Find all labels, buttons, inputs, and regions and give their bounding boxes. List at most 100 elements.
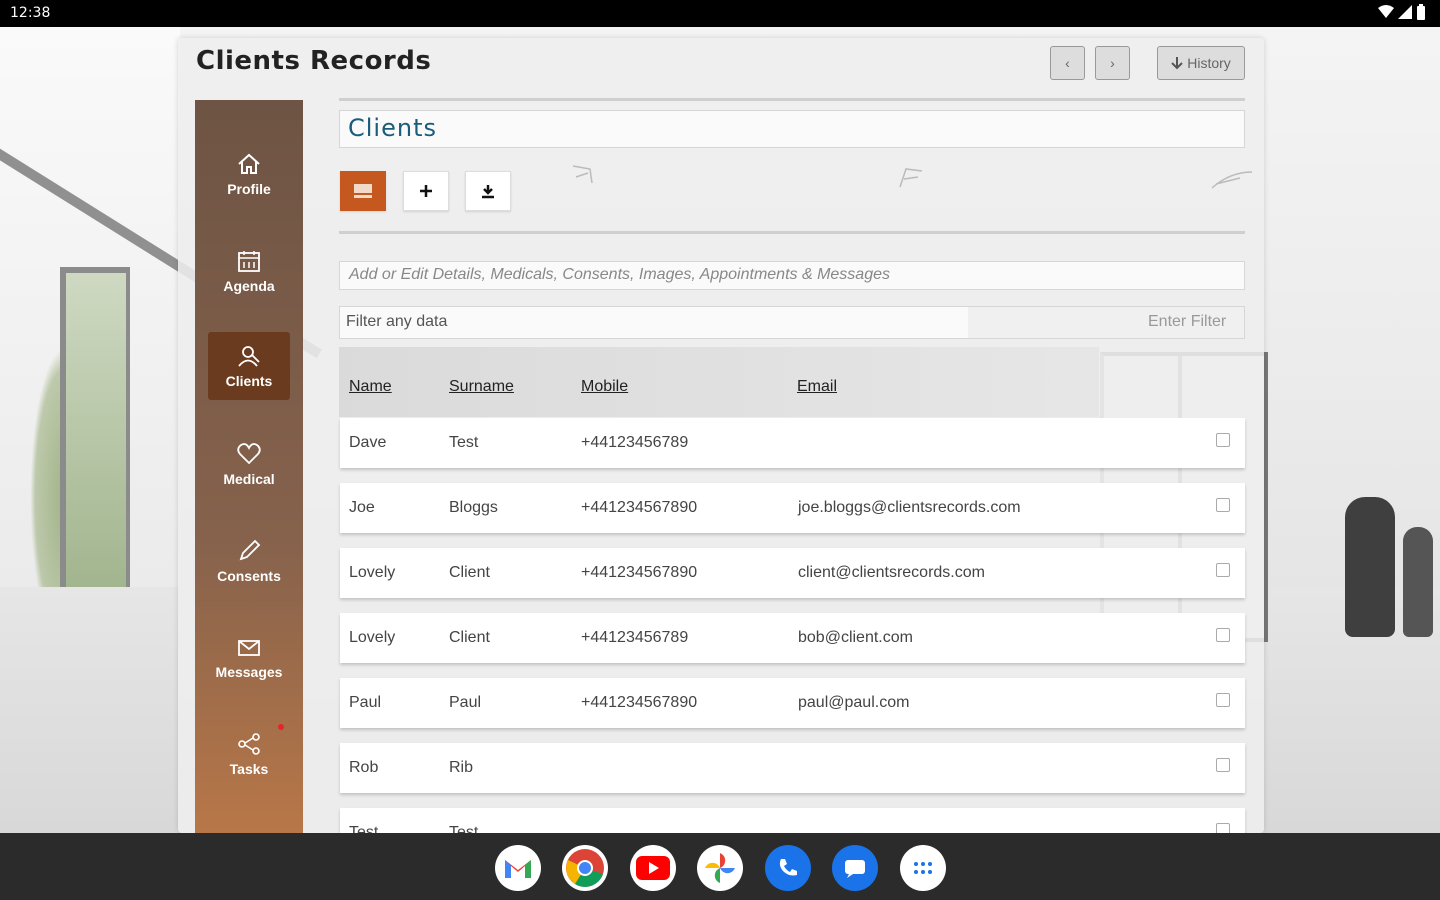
wifi-icon xyxy=(1378,5,1394,18)
sidebar-item-label: Messages xyxy=(215,664,283,680)
row-checkbox[interactable] xyxy=(1216,628,1230,642)
sidebar-item-label: Medical xyxy=(223,471,275,487)
row-checkbox[interactable] xyxy=(1216,693,1230,707)
list-view-button[interactable] xyxy=(340,171,386,211)
sidebar-item-tasks[interactable]: Tasks xyxy=(208,720,290,788)
cell-email: joe.bloggs@clientsrecords.com xyxy=(798,499,1021,516)
add-client-button[interactable] xyxy=(403,171,449,211)
calendar-icon xyxy=(238,251,260,272)
download-icon xyxy=(482,185,494,199)
battery-icon xyxy=(1417,4,1425,20)
cell-mobile: +441234567890 xyxy=(581,694,698,711)
messages-icon[interactable] xyxy=(832,845,878,891)
heart-icon xyxy=(237,443,261,465)
cell-name: Paul xyxy=(349,694,382,711)
history-label: History xyxy=(1187,55,1231,71)
mail-icon xyxy=(238,640,260,656)
phone-icon[interactable] xyxy=(765,845,811,891)
sidebar-item-profile[interactable]: Profile xyxy=(208,140,290,208)
table-row[interactable]: Rob Rib xyxy=(340,743,1245,793)
decorative-sketch-icon xyxy=(572,165,593,184)
gmail-icon[interactable] xyxy=(495,845,541,891)
column-header-surname[interactable]: Surname xyxy=(449,378,514,396)
cell-surname: Rib xyxy=(449,759,474,776)
app-drawer-icon[interactable] xyxy=(900,845,946,891)
sidebar-item-label: Profile xyxy=(227,181,271,197)
row-checkbox[interactable] xyxy=(1216,758,1230,772)
cell-mobile: +441234567890 xyxy=(581,499,698,516)
cell-email: client@clientsrecords.com xyxy=(798,564,985,581)
cell-name: Joe xyxy=(349,499,375,516)
next-button[interactable]: › xyxy=(1095,46,1130,80)
table-row[interactable]: Paul Paul +441234567890 paul@paul.com xyxy=(340,678,1245,728)
youtube-icon[interactable] xyxy=(630,845,676,891)
cell-surname: Test xyxy=(449,434,479,451)
sidebar-item-medical[interactable]: Medical xyxy=(208,430,290,498)
list-icon xyxy=(354,184,372,198)
sidebar-item-label: Clients xyxy=(225,373,273,389)
row-checkbox[interactable] xyxy=(1216,823,1230,833)
row-checkbox[interactable] xyxy=(1216,563,1230,577)
hint-text: Add or Edit Details, Medicals, Consents,… xyxy=(349,266,890,283)
clock: 12:38 xyxy=(10,5,51,21)
system-icons xyxy=(1378,4,1426,20)
chrome-icon[interactable] xyxy=(562,845,608,891)
sidebar-item-label: Tasks xyxy=(229,761,269,777)
sidebar-item-label: Consents xyxy=(217,568,281,584)
filter-label: Filter any data xyxy=(346,313,448,330)
decorative-sketch-icon xyxy=(1211,171,1253,189)
row-checkbox[interactable] xyxy=(1216,433,1230,447)
row-checkbox[interactable] xyxy=(1216,498,1230,512)
prev-button[interactable]: ‹ xyxy=(1050,46,1085,80)
download-button[interactable] xyxy=(465,171,511,211)
cell-mobile: +44123456789 xyxy=(581,629,689,646)
filter-placeholder[interactable]: Enter Filter xyxy=(1148,313,1226,331)
share-icon xyxy=(238,733,260,755)
cell-email: paul@paul.com xyxy=(798,694,910,711)
cell-email: bob@client.com xyxy=(798,629,913,646)
section-title-box xyxy=(339,110,1245,148)
sidebar-item-clients[interactable]: Clients xyxy=(208,332,290,400)
column-header-email[interactable]: Email xyxy=(797,378,837,396)
cell-name: Rob xyxy=(349,759,379,776)
notification-dot xyxy=(278,724,284,730)
sidebar-item-messages[interactable]: Messages xyxy=(208,623,290,691)
table-row[interactable]: Lovely Client +44123456789 bob@client.co… xyxy=(340,613,1245,663)
arrow-down-icon xyxy=(1171,57,1183,70)
table-row[interactable]: Dave Test +44123456789 xyxy=(340,418,1245,468)
pen-icon xyxy=(239,539,261,561)
cell-surname: Paul xyxy=(449,694,482,711)
plus-icon xyxy=(420,185,432,197)
page-title: Clients Records xyxy=(196,46,432,76)
cell-surname: Client xyxy=(449,564,490,581)
cell-surname: Client xyxy=(449,629,490,646)
filter-input[interactable] xyxy=(339,306,1245,339)
sidebar: Profile Agenda Clients Medical Consents … xyxy=(195,100,303,833)
cell-mobile: +44123456789 xyxy=(581,434,689,451)
sidebar-item-consents[interactable]: Consents xyxy=(208,527,290,595)
table-row[interactable]: Lovely Client +441234567890 client@clien… xyxy=(340,548,1245,598)
cell-name: Dave xyxy=(349,434,387,451)
decorative-sketch-icon xyxy=(899,168,923,188)
sidebar-item-agenda[interactable]: Agenda xyxy=(208,237,290,305)
cell-name: Lovely xyxy=(349,629,396,646)
divider xyxy=(339,231,1245,234)
status-bar: 12:38 xyxy=(0,0,1440,27)
section-title: Clients xyxy=(348,114,437,142)
photos-icon[interactable] xyxy=(697,845,743,891)
sidebar-item-label: Agenda xyxy=(223,278,275,294)
signal-icon xyxy=(1398,5,1412,19)
table-row[interactable]: Test Test xyxy=(340,808,1245,833)
cell-name: Lovely xyxy=(349,564,396,581)
table-row[interactable]: Joe Bloggs +441234567890 joe.bloggs@clie… xyxy=(340,483,1245,533)
column-header-name[interactable]: Name xyxy=(349,378,392,396)
home-icon xyxy=(238,153,260,174)
divider xyxy=(339,98,1245,101)
cell-name: Test xyxy=(349,824,379,833)
column-header-mobile[interactable]: Mobile xyxy=(581,378,628,396)
cell-mobile: +441234567890 xyxy=(581,564,698,581)
cell-surname: Bloggs xyxy=(449,499,498,516)
clients-icon xyxy=(238,346,260,367)
cell-surname: Test xyxy=(449,824,479,833)
history-button[interactable]: History xyxy=(1157,46,1245,80)
